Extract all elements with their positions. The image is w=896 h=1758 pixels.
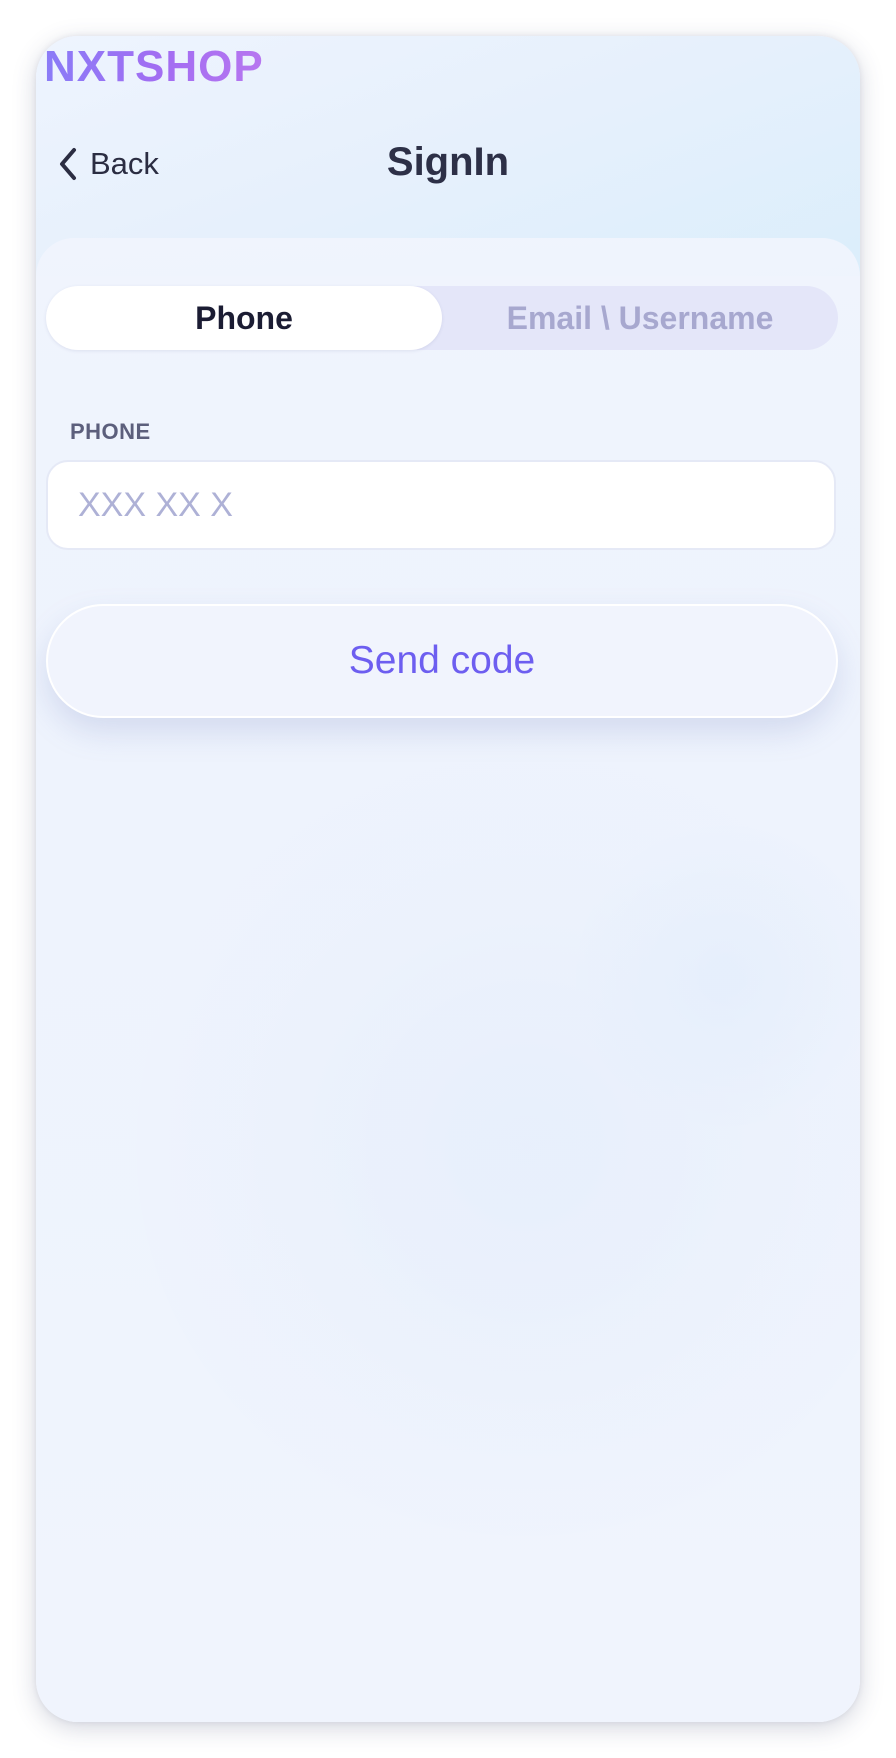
tab-email-username[interactable]: Email \ Username bbox=[442, 286, 838, 350]
navigation-bar: SignIn Back bbox=[36, 132, 860, 196]
back-button[interactable]: Back bbox=[58, 136, 159, 192]
send-code-button[interactable]: Send code bbox=[46, 604, 838, 718]
chevron-left-icon bbox=[58, 147, 78, 181]
page-title: SignIn bbox=[386, 140, 510, 184]
brand-logo: NXTSHOP bbox=[44, 42, 264, 91]
login-method-tabs: Phone Email \ Username bbox=[46, 286, 838, 350]
back-label: Back bbox=[90, 146, 159, 181]
tab-phone[interactable]: Phone bbox=[46, 286, 442, 350]
phone-input[interactable] bbox=[46, 460, 836, 550]
phone-field-label: PHONE bbox=[70, 419, 151, 444]
app-screen: NXTSHOP SignIn Back Phone Email \ Userna… bbox=[36, 36, 860, 1722]
